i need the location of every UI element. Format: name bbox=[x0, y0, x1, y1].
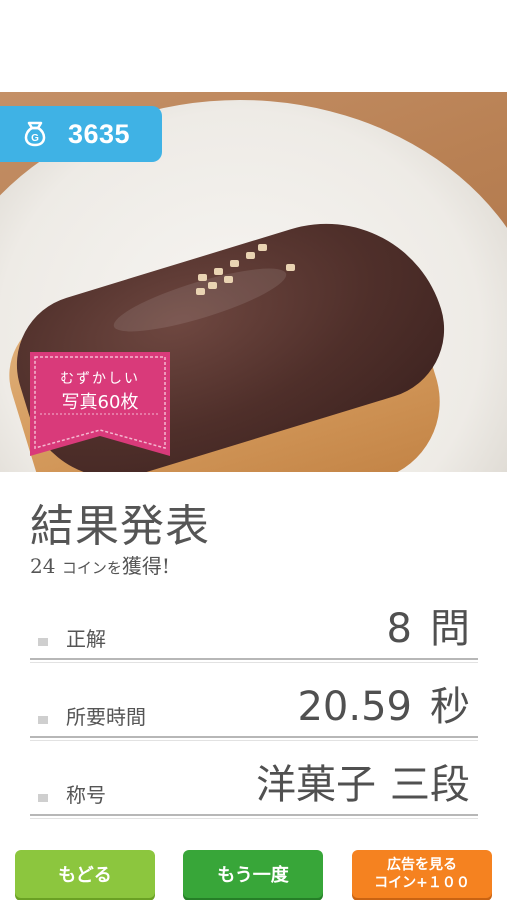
watch-ad-reward: コイン+１００ bbox=[374, 875, 470, 891]
nut-topping bbox=[230, 260, 239, 267]
result-row-rank: 称号 洋菓子 三段 bbox=[30, 756, 478, 819]
result-row-correct: 正解 8問 bbox=[30, 600, 478, 663]
time-value: 20.59 bbox=[297, 684, 412, 730]
row-label: 称号 bbox=[66, 783, 106, 807]
row-label: 正解 bbox=[66, 627, 106, 651]
photo-count: 写真60枚 bbox=[61, 392, 139, 413]
correct-count: 8 bbox=[386, 606, 412, 652]
correct-unit: 問 bbox=[430, 606, 470, 652]
nut-topping bbox=[224, 276, 233, 283]
rank-name: 洋菓子 bbox=[256, 762, 376, 808]
nut-topping bbox=[214, 268, 223, 275]
coin-bag-icon: G bbox=[20, 119, 50, 149]
watch-ad-label: 広告を見る bbox=[387, 857, 457, 873]
coins-earned-suffix: 獲得! bbox=[121, 554, 170, 578]
back-button[interactable]: もどる bbox=[15, 850, 155, 898]
nut-topping bbox=[196, 288, 205, 295]
coins-earned-text: コインを bbox=[61, 559, 122, 577]
nut-topping bbox=[286, 264, 295, 271]
result-row-time: 所要時間 20.59 秒 bbox=[30, 678, 478, 741]
row-bullet bbox=[38, 716, 48, 724]
row-value: 洋菓子 三段 bbox=[256, 752, 470, 810]
watch-ad-button[interactable]: 広告を見る コイン+１００ bbox=[352, 850, 492, 898]
retry-button[interactable]: もう一度 bbox=[183, 850, 323, 898]
difficulty-ribbon: むずかしい 写真60枚 bbox=[30, 352, 170, 456]
coin-count: 3635 bbox=[68, 118, 131, 149]
row-value: 20.59 秒 bbox=[297, 674, 470, 732]
svg-text:G: G bbox=[31, 133, 39, 144]
row-label: 所要時間 bbox=[66, 705, 146, 729]
coins-earned-number: 24 bbox=[30, 554, 56, 578]
nut-topping bbox=[246, 252, 255, 259]
row-bullet bbox=[38, 794, 48, 802]
nut-topping bbox=[198, 274, 207, 281]
difficulty-level: むずかしい bbox=[60, 371, 140, 387]
coin-balance-badge: G 3635 bbox=[0, 106, 162, 162]
top-blank-area bbox=[0, 0, 507, 92]
coins-earned: 24 コインを獲得! bbox=[30, 550, 170, 579]
nut-topping bbox=[208, 282, 217, 289]
row-bullet bbox=[38, 638, 48, 646]
row-value: 8問 bbox=[387, 596, 470, 654]
page-title: 結果発表 bbox=[30, 501, 210, 552]
time-unit: 秒 bbox=[430, 684, 470, 730]
rank-level: 三段 bbox=[390, 762, 470, 808]
nut-topping bbox=[258, 244, 267, 251]
